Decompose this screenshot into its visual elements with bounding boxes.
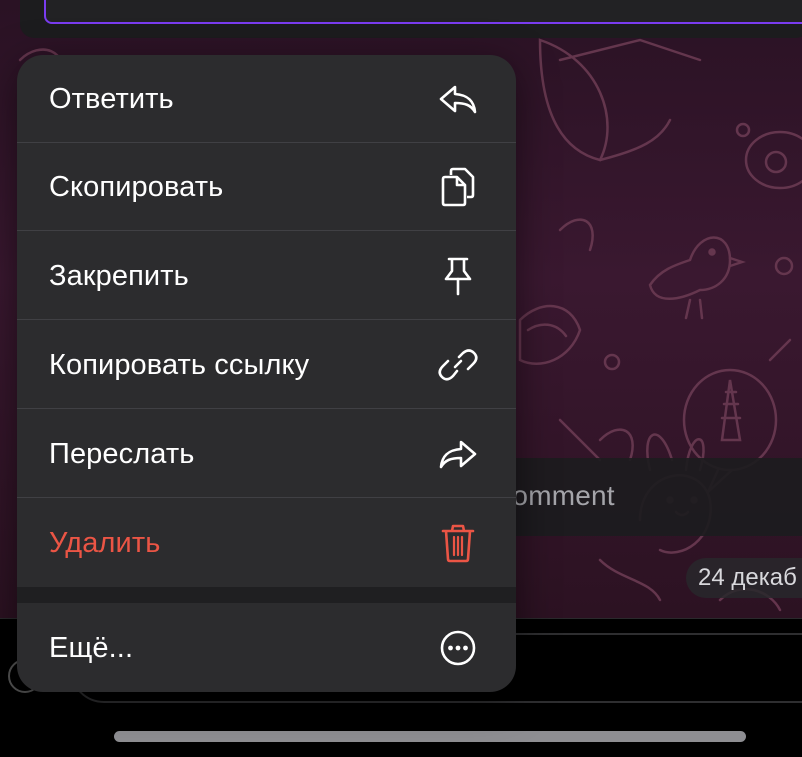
menu-item-delete[interactable]: Удалить <box>17 499 516 587</box>
menu-section-separator <box>17 587 516 603</box>
more-icon <box>440 630 476 666</box>
menu-item-reply[interactable]: Ответить <box>17 55 516 143</box>
reply-icon <box>439 85 477 114</box>
pin-icon <box>444 257 472 296</box>
screen: Comment 24 декаб Ответить Скопировать За… <box>0 0 802 757</box>
copy-icon <box>441 167 475 207</box>
menu-item-label: Скопировать <box>49 171 224 203</box>
comment-bar[interactable]: Comment <box>470 458 802 536</box>
link-icon <box>438 349 478 381</box>
menu-item-forward[interactable]: Переслать <box>17 410 516 498</box>
forward-icon <box>439 440 477 469</box>
menu-item-more[interactable]: Ещё... <box>17 604 516 692</box>
menu-item-pin[interactable]: Закрепить <box>17 232 516 320</box>
menu-item-label: Удалить <box>49 527 161 559</box>
menu-item-label: Копировать ссылку <box>49 349 310 381</box>
menu-item-copy-link[interactable]: Копировать ссылку <box>17 321 516 409</box>
date-badge: 24 декаб <box>686 558 802 598</box>
home-indicator[interactable] <box>114 731 746 742</box>
menu-item-label: Ещё... <box>49 632 134 664</box>
menu-item-label: Закрепить <box>49 260 189 292</box>
message-context-menu: Ответить Скопировать Закрепить Копироват… <box>17 55 516 692</box>
menu-item-label: Переслать <box>49 438 195 470</box>
menu-item-label: Ответить <box>49 83 174 115</box>
trash-icon <box>441 524 475 563</box>
menu-item-copy[interactable]: Скопировать <box>17 143 516 231</box>
selected-message-outline <box>44 0 802 24</box>
